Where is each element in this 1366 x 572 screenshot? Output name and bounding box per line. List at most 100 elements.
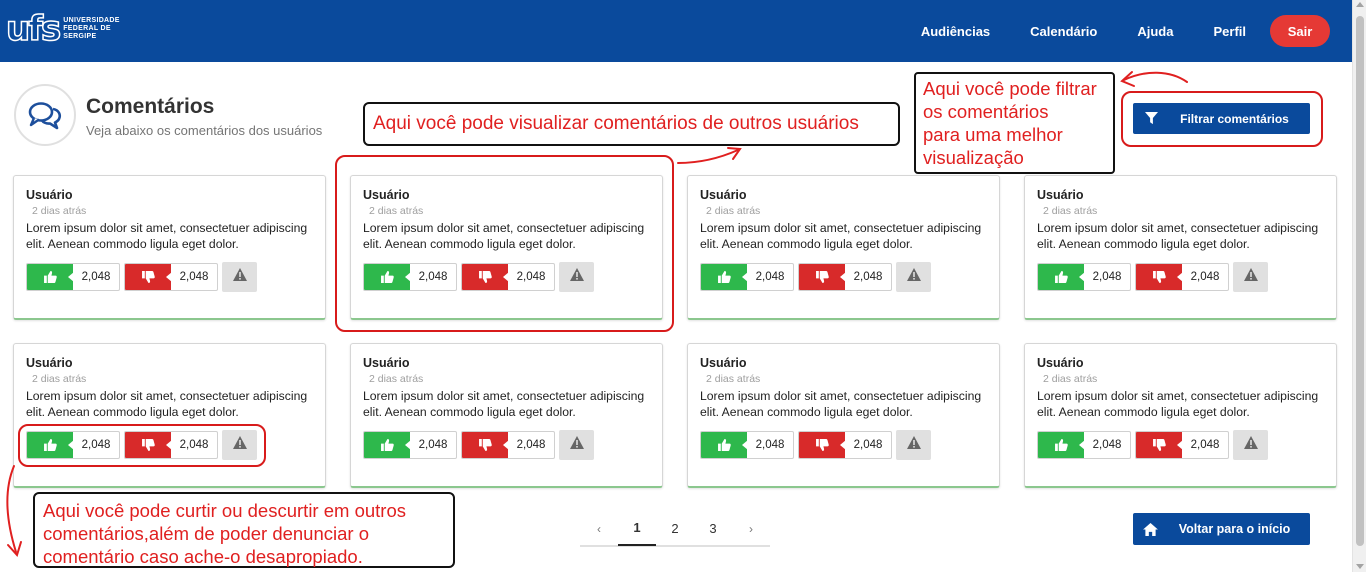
arrow-to-filter	[1123, 71, 1188, 83]
comment-time: 2 dias atrás	[706, 205, 761, 217]
annotation-filter-line-2: os comentários	[923, 101, 1049, 122]
comment-actions: 2,048 2,048	[700, 430, 931, 460]
main-nav: Audiências Calendário Ajuda Perfil Sair	[921, 0, 1352, 62]
like-count: 2,048	[1084, 271, 1130, 283]
back-button-label: Voltar para o início	[1178, 522, 1291, 536]
comment-actions: 2,048 2,048	[26, 262, 257, 292]
nav-calendario[interactable]: Calendário	[1030, 24, 1097, 39]
vertical-scrollbar[interactable]	[1352, 0, 1366, 572]
logo-line-1: UNIVERSIDADE	[63, 17, 120, 24]
comment-time: 2 dias atrás	[32, 373, 87, 385]
warning-icon	[232, 268, 247, 286]
annotation-vote: Aqui você pode curtir ou descurtir em ou…	[33, 492, 455, 568]
dislike-count: 2,048	[845, 271, 891, 283]
warning-icon	[569, 436, 584, 454]
comment-card: Usuário 2 dias atrás Lorem ipsum dolor sit…	[1024, 343, 1337, 488]
thumbs-down-icon	[1136, 432, 1183, 458]
nav-ajuda[interactable]: Ajuda	[1137, 24, 1173, 39]
pagination-page-2[interactable]: 2	[656, 513, 694, 545]
warning-icon	[1243, 436, 1258, 454]
warning-icon	[906, 436, 921, 454]
pagination-page-1[interactable]: 1	[618, 512, 656, 546]
like-button[interactable]: 2,048	[26, 263, 120, 291]
like-count: 2,048	[73, 271, 119, 283]
pagination-prev[interactable]: ‹	[580, 513, 618, 545]
ufs-logo[interactable]: ufs UNIVERSIDADE FEDERAL DE SERGIPE	[5, 11, 120, 47]
like-button[interactable]: 2,048	[363, 431, 457, 459]
comment-user[interactable]: Usuário	[700, 188, 747, 202]
comment-user[interactable]: Usuário	[1037, 356, 1084, 370]
comment-text: Lorem ipsum dolor sit amet, consectetuer…	[26, 389, 308, 419]
comment-text: Lorem ipsum dolor sit amet, consectetuer…	[1037, 389, 1319, 419]
annotation-vote-line-2: comentários,além de poder denunciar o	[43, 523, 369, 544]
comment-card: Usuário 2 dias atrás Lorem ipsum dolor sit…	[687, 175, 1000, 320]
comment-actions: 2,048 2,048	[1037, 262, 1268, 292]
comment-actions: 2,048 2,048	[700, 262, 931, 292]
comment-user[interactable]: Usuário	[363, 356, 410, 370]
scroll-down-arrow[interactable]	[1356, 564, 1364, 569]
dislike-button[interactable]: 2,048	[798, 431, 892, 459]
annotation-filter: Aqui você pode filtrar os comentários pa…	[914, 72, 1115, 174]
annotation-view-comments: Aqui você pode visualizar comentários de…	[363, 102, 900, 146]
annotation-vote-line-3: comentário caso ache-o desapropiado.	[43, 546, 363, 567]
comment-user[interactable]: Usuário	[26, 356, 73, 370]
annotation-filter-line-1: Aqui você pode filtrar	[923, 78, 1097, 99]
scroll-up-arrow[interactable]	[1356, 2, 1364, 7]
comment-time: 2 dias atrás	[369, 373, 424, 385]
comment-user[interactable]: Usuário	[26, 188, 73, 202]
logout-button[interactable]: Sair	[1270, 15, 1330, 47]
pagination-page-3[interactable]: 3	[694, 513, 732, 545]
dislike-button[interactable]: 2,048	[461, 431, 555, 459]
dislike-button[interactable]: 2,048	[798, 263, 892, 291]
comment-user[interactable]: Usuário	[1037, 188, 1084, 202]
thumbs-up-icon	[1038, 432, 1085, 458]
report-button[interactable]	[896, 262, 931, 292]
report-button[interactable]	[896, 430, 931, 460]
dislike-button[interactable]: 2,048	[124, 263, 218, 291]
dislike-count: 2,048	[508, 439, 554, 451]
dislike-count: 2,048	[845, 439, 891, 451]
dislike-count: 2,048	[1182, 439, 1228, 451]
report-button[interactable]	[1233, 262, 1268, 292]
like-count: 2,048	[747, 271, 793, 283]
pagination-next[interactable]: ›	[732, 513, 770, 545]
like-button[interactable]: 2,048	[1037, 263, 1131, 291]
thumbs-up-icon	[701, 432, 748, 458]
report-button[interactable]	[1233, 430, 1268, 460]
scroll-thumb[interactable]	[1356, 16, 1364, 546]
comment-time: 2 dias atrás	[706, 373, 761, 385]
report-button[interactable]	[222, 262, 257, 292]
comment-text: Lorem ipsum dolor sit amet, consectetuer…	[1037, 221, 1319, 251]
back-to-home-button[interactable]: Voltar para o início	[1133, 513, 1310, 545]
comment-text: Lorem ipsum dolor sit amet, consectetuer…	[26, 221, 308, 251]
highlight-frame-filter	[1121, 91, 1323, 147]
comments-icon-circle	[14, 84, 76, 146]
highlight-frame-card	[335, 155, 674, 332]
highlight-frame-actions	[18, 424, 266, 467]
annotation-view-comments-text: Aqui você pode visualizar comentários de…	[373, 113, 859, 134]
like-button[interactable]: 2,048	[700, 431, 794, 459]
like-button[interactable]: 2,048	[1037, 431, 1131, 459]
thumbs-down-icon	[799, 432, 846, 458]
comment-actions: 2,048 2,048	[1037, 430, 1268, 460]
dislike-button[interactable]: 2,048	[1135, 263, 1229, 291]
comment-user[interactable]: Usuário	[700, 356, 747, 370]
thumbs-down-icon	[125, 264, 172, 290]
dislike-button[interactable]: 2,048	[1135, 431, 1229, 459]
like-count: 2,048	[410, 439, 456, 451]
thumbs-up-icon	[27, 264, 74, 290]
comment-text: Lorem ipsum dolor sit amet, consectetuer…	[363, 389, 645, 419]
like-button[interactable]: 2,048	[700, 263, 794, 291]
annotation-filter-line-3: para uma melhor	[923, 124, 1063, 145]
nav-audiencias[interactable]: Audiências	[921, 24, 990, 39]
comment-actions: 2,048 2,048	[363, 430, 594, 460]
comments-icon	[28, 102, 62, 130]
report-button[interactable]	[559, 430, 594, 460]
nav-perfil[interactable]: Perfil	[1213, 24, 1246, 39]
warning-icon	[1243, 268, 1258, 286]
comment-text: Lorem ipsum dolor sit amet, consectetuer…	[700, 221, 982, 251]
comment-card: Usuário 2 dias atrás Lorem ipsum dolor sit…	[350, 343, 663, 488]
like-count: 2,048	[747, 439, 793, 451]
arrow-to-card	[677, 149, 739, 164]
comment-card: Usuário 2 dias atrás Lorem ipsum dolor sit…	[1024, 175, 1337, 320]
